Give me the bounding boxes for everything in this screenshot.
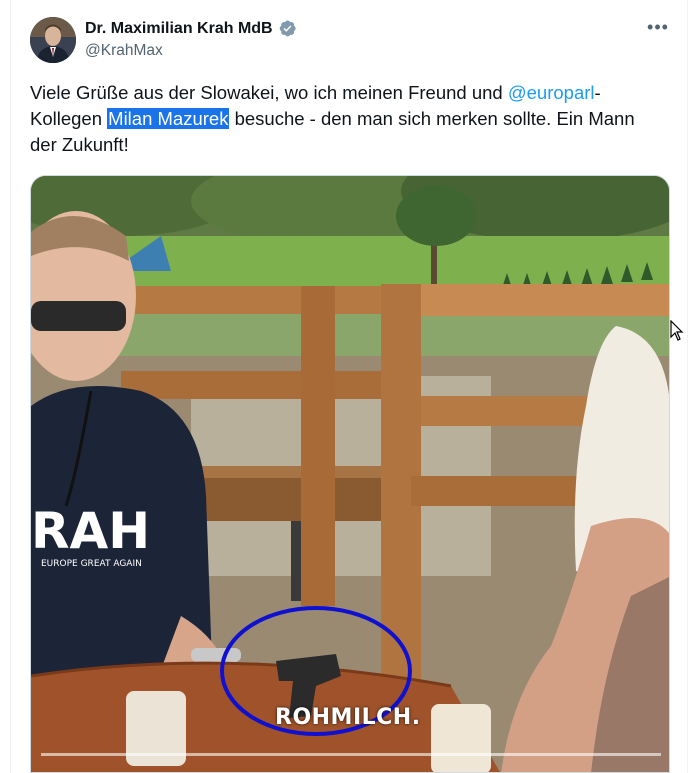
video-caption: ROHMILCH. — [275, 705, 421, 730]
video-frame: RAH EUROPE GREAT AGAIN — [31, 176, 669, 772]
mention-link[interactable]: @europarl — [508, 82, 595, 103]
more-dots-icon[interactable]: ••• — [645, 14, 671, 40]
tweet-text: Viele Grüße aus der Slowakei, wo ich mei… — [30, 80, 650, 158]
shirt-subtext: EUROPE GREAT AGAIN — [41, 559, 142, 569]
tweet-text-part1: Viele Grüße aus der Slowakei, wo ich mei… — [30, 82, 508, 103]
author-name[interactable]: Dr. Maximilian Krah MdB — [85, 20, 273, 38]
selected-text-highlight[interactable]: Milan Mazurek — [107, 108, 230, 129]
shirt-text: RAH — [31, 502, 150, 560]
author-handle[interactable]: @KrahMax — [85, 42, 163, 60]
avatar[interactable] — [30, 17, 76, 63]
mouse-cursor-icon — [670, 320, 684, 341]
verified-badge-icon[interactable] — [278, 19, 297, 38]
video-player[interactable]: RAH EUROPE GREAT AGAIN — [30, 175, 670, 773]
